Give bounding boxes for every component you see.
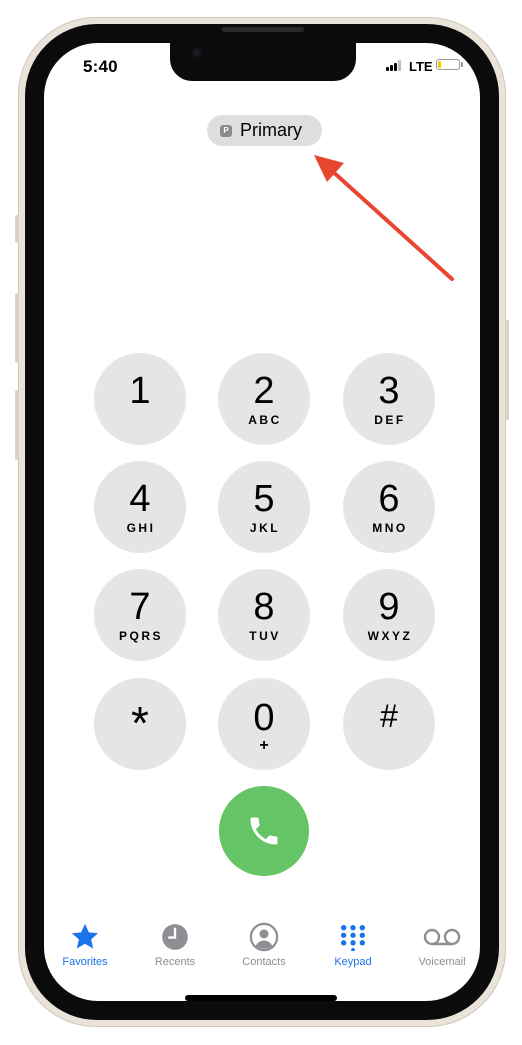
call-button[interactable] [219,786,309,876]
line-selector-button[interactable]: P Primary [207,115,322,146]
line-badge-icon: P [220,124,232,137]
tab-recents[interactable]: Recents [135,920,215,968]
key-digit: # [380,698,398,734]
key-letters: + [259,736,269,754]
battery-tip [461,62,463,67]
keypad-grid-icon [339,920,367,954]
key-hash[interactable]: # [343,678,435,770]
key-letters [139,749,141,762]
volume-down-button [15,390,19,460]
signal-bars-icon [386,60,404,71]
front-camera [191,47,203,59]
key-digit: 5 [253,478,275,520]
tab-label: Voicemail [418,956,466,968]
key-letters: DEF [374,413,406,427]
tab-label: Favorites [62,956,108,968]
key-digit: 2 [253,370,275,412]
home-indicator [185,995,337,1001]
key-9[interactable]: 9 WXYZ [343,569,435,661]
key-digit: * [131,697,149,749]
star-icon [69,920,101,954]
key-1[interactable]: 1 [94,353,186,445]
key-0[interactable]: 0 + [218,678,310,770]
clock-icon [161,920,189,954]
volume-up-button [15,293,19,363]
key-3[interactable]: 3 DEF [343,353,435,445]
tab-keypad[interactable]: Keypad [313,920,393,968]
person-circle-icon [249,920,279,954]
tab-contacts[interactable]: Contacts [224,920,304,968]
tab-voicemail[interactable]: Voicemail [402,920,482,968]
key-6[interactable]: 6 MNO [343,461,435,553]
key-letters: ABC [248,413,282,427]
key-letters [139,413,141,426]
key-7[interactable]: 7 PQRS [94,569,186,661]
key-letters: GHI [126,521,156,535]
key-star[interactable]: * [94,678,186,770]
key-digit: 7 [129,586,151,628]
key-letters: PQRS [118,629,163,643]
key-5[interactable]: 5 JKL [218,461,310,553]
battery-icon [436,59,460,70]
earpiece-speaker [222,27,304,32]
action-button [15,215,19,243]
key-letters: MNO [372,521,408,535]
tab-label: Contacts [242,956,286,968]
battery-level-fill [438,61,441,68]
key-digit: 4 [129,478,151,520]
key-digit: 0 [253,696,275,739]
key-digit: 9 [378,586,400,628]
line-selector-label: Primary [240,120,302,140]
power-button [505,320,509,420]
key-letters: TUV [249,629,281,643]
key-2[interactable]: 2 ABC [218,353,310,445]
key-digit: 6 [378,478,400,520]
tab-bar: Favorites Recents Contacts Keypad Voicem… [44,920,480,980]
key-letters: JKL [249,521,281,535]
tab-label: Keypad [334,956,372,968]
key-digit: 3 [378,370,400,412]
status-time: 5:40 [83,57,118,76]
key-4[interactable]: 4 GHI [94,461,186,553]
network-type: LTE [409,59,433,74]
key-letters [388,738,390,751]
key-8[interactable]: 8 TUV [218,569,310,661]
key-digit: 1 [129,370,151,412]
tab-favorites[interactable]: Favorites [45,920,125,968]
key-digit: 8 [253,586,275,628]
tab-label: Recents [154,956,196,968]
key-letters: WXYZ [367,629,413,643]
phone-icon [250,817,278,845]
voicemail-icon [422,920,462,954]
